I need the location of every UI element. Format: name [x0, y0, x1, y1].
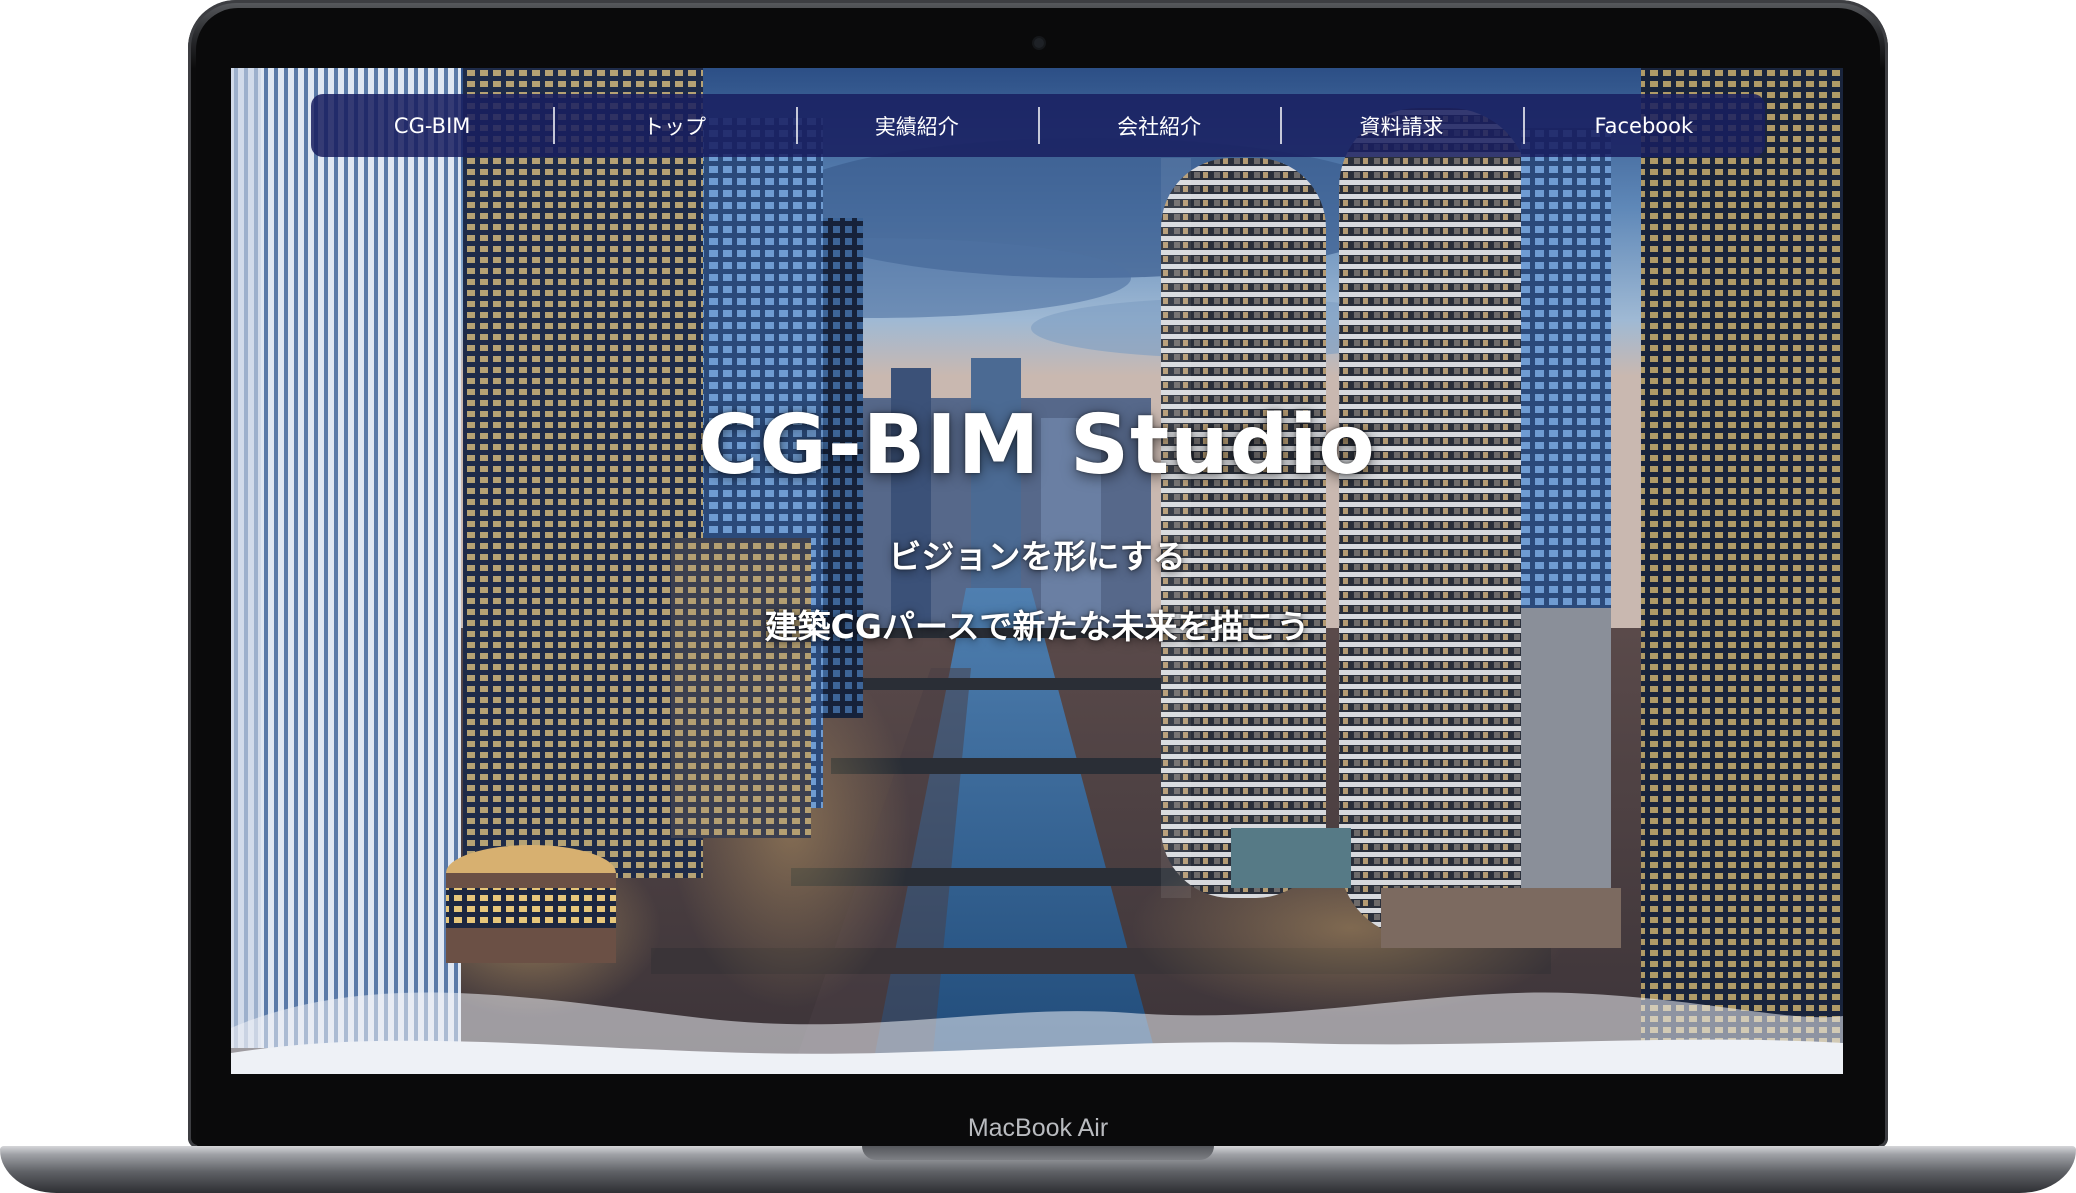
laptop-mockup: CG-BIM トップ 実績紹介 会社紹介 資料請求 Facebook CG-BI…: [0, 0, 2076, 1193]
hero-tagline-2: 建築CGパースで新たな未来を描こう: [764, 607, 1310, 646]
nav-item-works[interactable]: 実績紹介: [795, 94, 1038, 157]
hero-tagline-1: ビジョンを形にする: [888, 537, 1186, 576]
nav-item-request-docs[interactable]: 資料請求: [1280, 94, 1522, 157]
nav-item-cg-bim[interactable]: CG-BIM: [311, 94, 553, 157]
nav-item-facebook[interactable]: Facebook: [1522, 94, 1765, 157]
nav-item-top[interactable]: トップ: [553, 94, 795, 157]
hero-title: CG-BIM Studio: [698, 398, 1376, 493]
nav-item-company[interactable]: 会社紹介: [1037, 94, 1280, 157]
webcam-icon: [1034, 38, 1044, 48]
device-label: MacBook Air: [967, 1114, 1109, 1142]
lid-opening-notch: [862, 1146, 1214, 1160]
website-screen: CG-BIM トップ 実績紹介 会社紹介 資料請求 Facebook CG-BI…: [231, 68, 1843, 1074]
main-nav: CG-BIM トップ 実績紹介 会社紹介 資料請求 Facebook: [311, 94, 1765, 157]
